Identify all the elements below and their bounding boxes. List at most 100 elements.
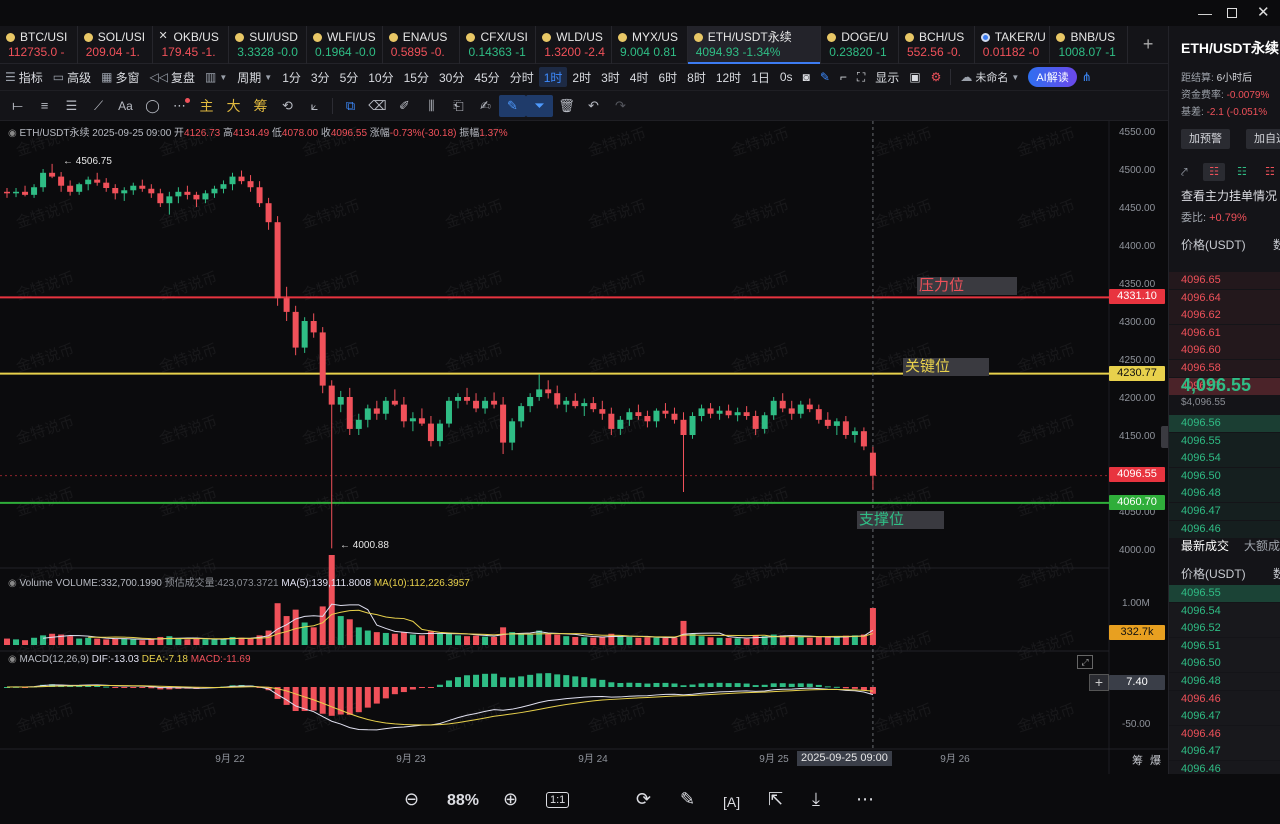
add-alert-button[interactable]: 加预警 <box>1181 129 1230 149</box>
add-tab-icon[interactable]: + <box>1128 26 1168 63</box>
ticker-tab[interactable]: WLD/US 1.3200 -2.4 <box>536 26 612 64</box>
price-chart[interactable]: 金特说币 金特说币 金特说币 金特说币 金特说币 金特说币 金特说币 金特说币 金特说币 金特说币… <box>0 121 1168 774</box>
replay-button[interactable]: ◁◁ 复盘 <box>145 64 200 91</box>
eraser-icon[interactable]: ⌫ <box>364 91 391 121</box>
period-dropdown[interactable]: 周期 ▼ <box>232 64 277 91</box>
latest-trades-tab[interactable]: 最新成交 <box>1181 537 1229 554</box>
text-recognize-icon[interactable]: [A] <box>723 791 740 813</box>
share-out-icon[interactable]: ⇱ <box>768 788 783 810</box>
rotate-icon[interactable]: ⟳ <box>636 788 651 810</box>
interval-button[interactable]: 3时 <box>596 64 625 91</box>
ticker-tab[interactable]: ETH/USDT永续 4094.93 -1.34% <box>687 26 822 64</box>
redo-icon[interactable]: ↷ <box>607 91 634 121</box>
ticker-tab[interactable]: SOL/USI 209.04 -1. <box>78 26 154 64</box>
ticker-tab[interactable]: BCH/US 552.56 -0. <box>899 26 975 64</box>
ask-row[interactable]: 4096.64 <box>1181 290 1280 307</box>
link-icon[interactable]: ⤤ <box>1181 165 1188 180</box>
zoom-in-icon[interactable]: ⊕ <box>503 788 518 810</box>
fullscreen-icon[interactable]: ⛶ <box>852 64 870 91</box>
interval-button[interactable]: 30分 <box>434 64 469 91</box>
bid-row[interactable]: 4096.56 <box>1181 415 1280 432</box>
download-icon[interactable]: ⤓ <box>812 788 820 810</box>
interval-button[interactable]: 45分 <box>469 64 504 91</box>
trash-icon[interactable]: 🗑 <box>553 91 580 121</box>
ai-interpret-button[interactable]: AI解读 <box>1028 67 1077 87</box>
bid-row[interactable]: 4096.55 <box>1181 433 1280 450</box>
edit-icon[interactable]: ✎ <box>680 788 695 810</box>
bid-row[interactable]: 4096.47 <box>1181 503 1280 520</box>
brush-icon[interactable]: ✐ <box>391 91 418 121</box>
ask-row[interactable]: 4096.61 <box>1181 325 1280 342</box>
actual-size-button[interactable]: 1:1 <box>546 792 570 808</box>
chip-distribution-button[interactable]: 筹 <box>247 91 274 121</box>
more-tools-icon[interactable]: ⋯ <box>166 91 193 121</box>
ruler-icon[interactable]: ⟀ <box>301 91 328 121</box>
ticker-tab[interactable]: TAKER/U 0.01182 -0 <box>975 26 1051 64</box>
settings-icon[interactable]: ⚙ <box>926 64 947 91</box>
pencil-icon[interactable]: ✎ <box>815 64 835 91</box>
interval-button[interactable]: 5分 <box>335 64 364 91</box>
chart-type-button[interactable]: ▥ ▼ <box>200 64 232 91</box>
ticker-tab[interactable]: WLFI/US 0.1964 -0.0 <box>307 26 383 64</box>
note-icon[interactable]: ✍ <box>472 91 499 121</box>
layout-icon[interactable]: ▣ <box>904 64 925 91</box>
indicator-button[interactable]: ☰ 指标 <box>0 64 48 91</box>
interval-button[interactable]: 15分 <box>399 64 434 91</box>
interval-button[interactable]: 1日 <box>746 64 775 91</box>
orderbook-bids-icon[interactable]: ☷ <box>1237 165 1247 178</box>
share-icon[interactable]: ⋔ <box>1077 64 1097 91</box>
sync-icon[interactable]: ⟲ <box>274 91 301 121</box>
add-watchlist-button[interactable]: 加自选 <box>1246 129 1280 149</box>
liquidation-label[interactable]: 爆 <box>1150 752 1161 768</box>
bid-row[interactable]: 4096.54 <box>1181 450 1280 467</box>
ticker-tab[interactable]: MYX/US 9.004 0.81 <box>612 26 688 64</box>
add-indicator-icon[interactable]: + <box>1089 674 1109 691</box>
ticker-tab[interactable]: ✕ OKB/US 179.45 -1. <box>153 26 230 64</box>
parallel-lines-icon[interactable]: ≡ <box>31 91 58 121</box>
main-indicator-button[interactable]: 主 <box>193 91 220 121</box>
orderbook-asks-icon[interactable]: ☷ <box>1265 165 1275 178</box>
orderbook-both-icon[interactable]: ☷ <box>1203 163 1225 181</box>
clipboard-icon[interactable]: ⎗ <box>445 91 472 121</box>
zoom-out-icon[interactable]: ⊖ <box>404 788 419 810</box>
interval-button[interactable]: 1时 <box>538 67 568 87</box>
chip-label[interactable]: 筹 <box>1132 752 1143 768</box>
interval-button[interactable]: 4时 <box>625 64 654 91</box>
camera-icon[interactable]: ◙ <box>798 64 815 91</box>
main-orders-link[interactable]: 查看主力挂单情况 <box>1181 187 1277 204</box>
minimize-icon[interactable]: — <box>1198 5 1212 21</box>
interval-button[interactable]: 12时 <box>711 64 746 91</box>
big-order-button[interactable]: 大 <box>220 91 247 121</box>
interval-button[interactable]: 2时 <box>567 64 596 91</box>
crop-icon[interactable]: ⌐ <box>835 64 852 91</box>
trend-line-icon[interactable]: ⟋ <box>85 91 112 121</box>
ticker-tab[interactable]: ENA/US 0.5895 -0. <box>383 26 461 64</box>
ticker-tab[interactable]: SUI/USD 3.3328 -0.0 <box>229 26 307 64</box>
ask-row[interactable]: 4096.62 <box>1181 307 1280 324</box>
panel-toggle-handle[interactable] <box>1161 426 1168 448</box>
interval-button[interactable]: 1分 <box>277 64 306 91</box>
large-trades-tab[interactable]: 大额成 <box>1244 537 1280 554</box>
bid-row[interactable]: 4096.46 <box>1181 521 1280 538</box>
filter-icon[interactable]: ⏷ <box>526 94 553 117</box>
interval-button[interactable]: 3分 <box>306 64 335 91</box>
ellipse-icon[interactable]: ◯ <box>139 91 166 121</box>
ticker-tab[interactable]: CFX/USI 0.14363 -1 <box>460 26 537 64</box>
text-tool-icon[interactable]: Aa <box>112 91 139 121</box>
bid-row[interactable]: 4096.50 <box>1181 468 1280 485</box>
cloud-layout-dropdown[interactable]: ☁ 未命名 ▼ <box>955 64 1024 91</box>
display-button[interactable]: 显示 <box>870 64 904 91</box>
magnet-icon[interactable]: ✎ <box>499 94 526 117</box>
candle-icon[interactable]: ⫼ <box>418 91 445 121</box>
close-icon[interactable]: ✕ <box>1257 3 1270 21</box>
close-icon[interactable]: ✕ <box>158 29 167 42</box>
copy-icon[interactable]: ⧉ <box>337 91 364 121</box>
channel-icon[interactable]: ☰ <box>58 91 85 121</box>
ask-row[interactable]: 4096.65 <box>1181 272 1280 289</box>
interval-button[interactable]: 10分 <box>363 64 398 91</box>
multi-window-button[interactable]: ▦ 多窗 <box>96 64 144 91</box>
bid-row[interactable]: 4096.48 <box>1181 485 1280 502</box>
advanced-button[interactable]: ▭ 高级 <box>48 64 96 91</box>
maximize-icon[interactable] <box>1227 8 1237 18</box>
expand-icon[interactable]: ⤢ <box>1077 655 1093 669</box>
